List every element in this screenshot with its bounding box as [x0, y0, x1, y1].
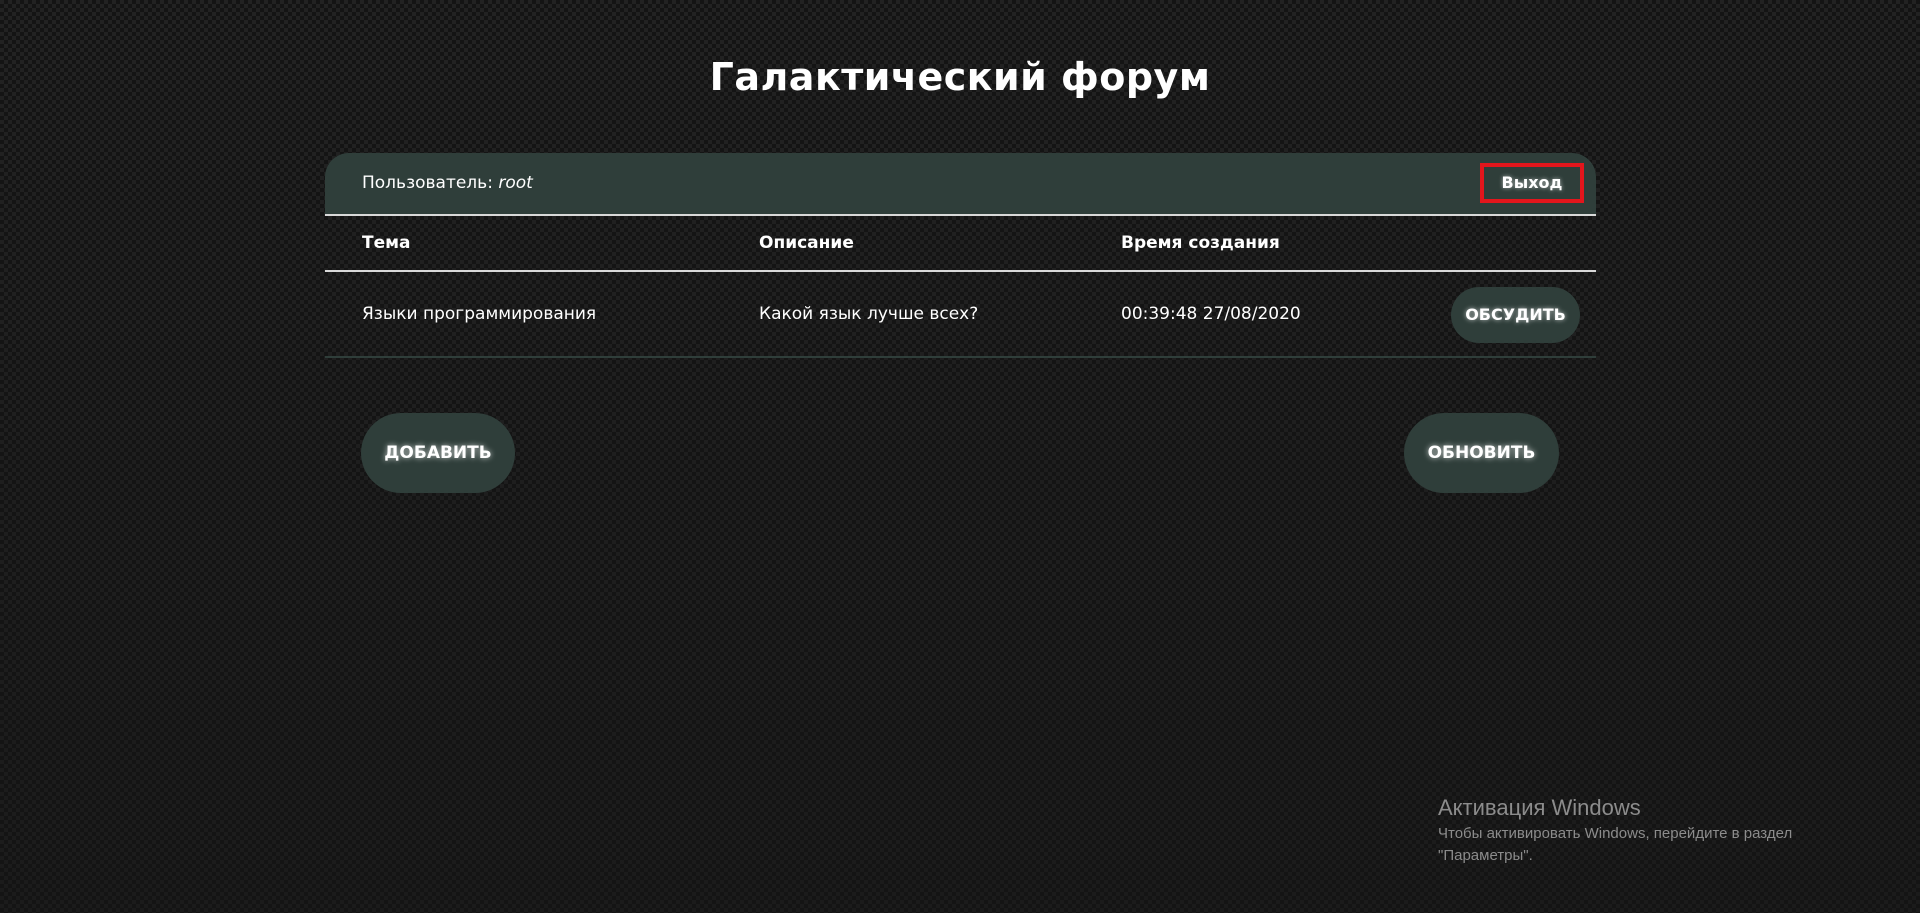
user-info: Пользователь: root [362, 153, 533, 214]
discuss-button[interactable]: ОБСУДИТЬ [1451, 287, 1580, 343]
user-label: Пользователь: [362, 173, 493, 193]
add-topic-button[interactable]: ДОБАВИТЬ [361, 413, 515, 493]
table-header: Тема Описание Время создания [325, 216, 1596, 272]
windows-activation-line1: Чтобы активировать Windows, перейдите в … [1438, 825, 1793, 842]
windows-activation-watermark: Активация Windows Чтобы активировать Win… [1438, 793, 1792, 867]
row-description: Какой язык лучше всех? [759, 304, 979, 324]
user-bar: Пользователь: root Выход [325, 153, 1596, 216]
windows-activation-title: Активация Windows [1438, 795, 1641, 820]
forum-panel: Пользователь: root Выход Тема Описание В… [325, 153, 1596, 358]
refresh-button[interactable]: ОБНОВИТЬ [1404, 413, 1559, 493]
row-topic: Языки программирования [362, 304, 597, 324]
table-row: Языки программирования Какой язык лучше … [325, 272, 1596, 358]
header-created: Время создания [1121, 233, 1280, 253]
row-created: 00:39:48 27/08/2020 [1121, 304, 1301, 324]
page-title: Галактический форум [709, 55, 1211, 99]
windows-activation-line2: "Параметры". [1438, 847, 1533, 864]
header-description: Описание [759, 233, 854, 253]
logout-button[interactable]: Выход [1480, 163, 1584, 203]
header-topic: Тема [362, 233, 411, 253]
username: root [498, 173, 533, 193]
